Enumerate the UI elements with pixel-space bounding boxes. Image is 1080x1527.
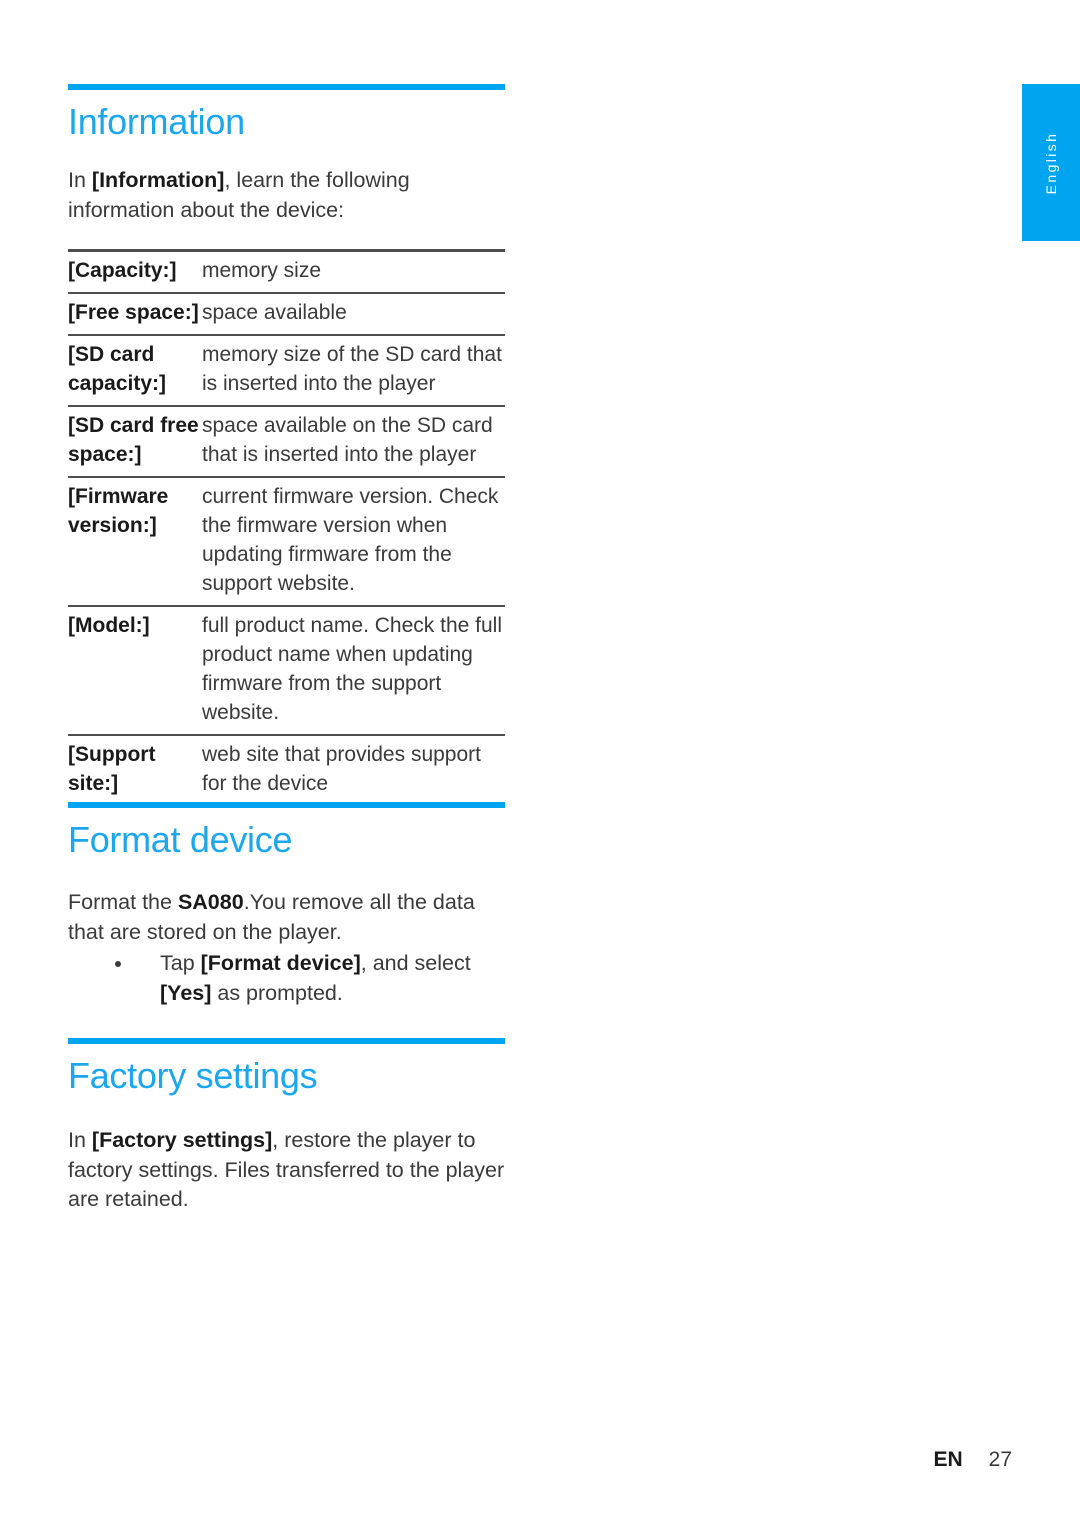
language-side-tab-label: English <box>1043 131 1059 194</box>
table-cell-value: memory size <box>202 249 505 294</box>
table-cell-key: [Model:] <box>68 606 202 736</box>
information-table-body: [Capacity:] memory size [Free space:] sp… <box>68 249 505 808</box>
table-cell-value: space available <box>202 293 505 336</box>
bullet-dot-icon <box>115 961 121 967</box>
table-row: [SD card capacity:] memory size of the S… <box>68 335 505 407</box>
section-factory-settings: Factory settings In [Factory settings], … <box>68 1038 508 1215</box>
language-side-tab: English <box>1022 84 1080 241</box>
format-device-intro-paragraph: Format the SA080.You remove all the data… <box>68 888 508 947</box>
information-intro-bold-term: [Information] <box>91 168 225 192</box>
footer-language-code: EN <box>933 1448 963 1471</box>
table-cell-key: [Support site:] <box>68 735 202 808</box>
list-item: Tap [Format device], and select [Yes] as… <box>68 949 508 1008</box>
table-cell-key: [Firmware version:] <box>68 477 202 607</box>
format-device-step-text: Tap [Format device], and select [Yes] as… <box>160 949 508 1008</box>
document-page: English Information In [Information], le… <box>0 0 1080 1527</box>
format-device-step-confirm-term: [Yes] <box>160 980 212 1005</box>
information-intro-paragraph: In [Information], learn the following in… <box>68 166 508 225</box>
heading-format-device: Format device <box>68 819 293 860</box>
section-format-device: Format device Format the SA080.You remov… <box>68 802 508 1008</box>
table-cell-key: [Capacity:] <box>68 249 202 294</box>
factory-settings-intro-prefix: In <box>68 1128 92 1152</box>
format-device-intro-prefix: Format the <box>68 890 178 914</box>
table-row: [Free space:] space available <box>68 293 505 336</box>
information-intro-prefix: In <box>68 168 92 192</box>
factory-settings-intro-paragraph: In [Factory settings], restore the playe… <box>68 1126 508 1215</box>
table-cell-value: web site that provides support for the d… <box>202 735 505 808</box>
table-row: [Support site:] web site that provides s… <box>68 735 505 808</box>
page-footer: EN 27 <box>0 1448 1012 1472</box>
table-row: [Model:] full product name. Check the fu… <box>68 606 505 736</box>
information-table: [Capacity:] memory size [Free space:] sp… <box>68 249 505 808</box>
section-information: Information In [Information], learn the … <box>68 84 508 808</box>
table-cell-value: space available on the SD card that is i… <box>202 406 505 478</box>
table-cell-value: memory size of the SD card that is inser… <box>202 335 505 407</box>
table-cell-value: current firmware version. Check the firm… <box>202 477 505 607</box>
table-cell-key: [Free space:] <box>68 293 202 336</box>
table-cell-value: full product name. Check the full produc… <box>202 606 505 736</box>
format-device-step-suffix: as prompted. <box>211 980 343 1005</box>
heading-factory-settings: Factory settings <box>68 1055 318 1096</box>
table-row: [Capacity:] memory size <box>68 249 505 294</box>
factory-settings-intro-bold-term: [Factory settings] <box>91 1128 273 1152</box>
table-cell-key: [SD card capacity:] <box>68 335 202 407</box>
heading-information: Information <box>68 101 245 142</box>
table-row: [Firmware version:] current firmware ver… <box>68 477 505 607</box>
format-device-step-middle: , and select <box>360 951 471 975</box>
format-device-step-prefix: Tap <box>160 951 201 975</box>
table-cell-key: [SD card free space:] <box>68 406 202 478</box>
table-row: [SD card free space:] space available on… <box>68 406 505 478</box>
format-device-model-name: SA080 <box>177 890 244 914</box>
format-device-step-bold-term: [Format device] <box>200 951 361 975</box>
footer-page-number: 27 <box>988 1448 1012 1471</box>
